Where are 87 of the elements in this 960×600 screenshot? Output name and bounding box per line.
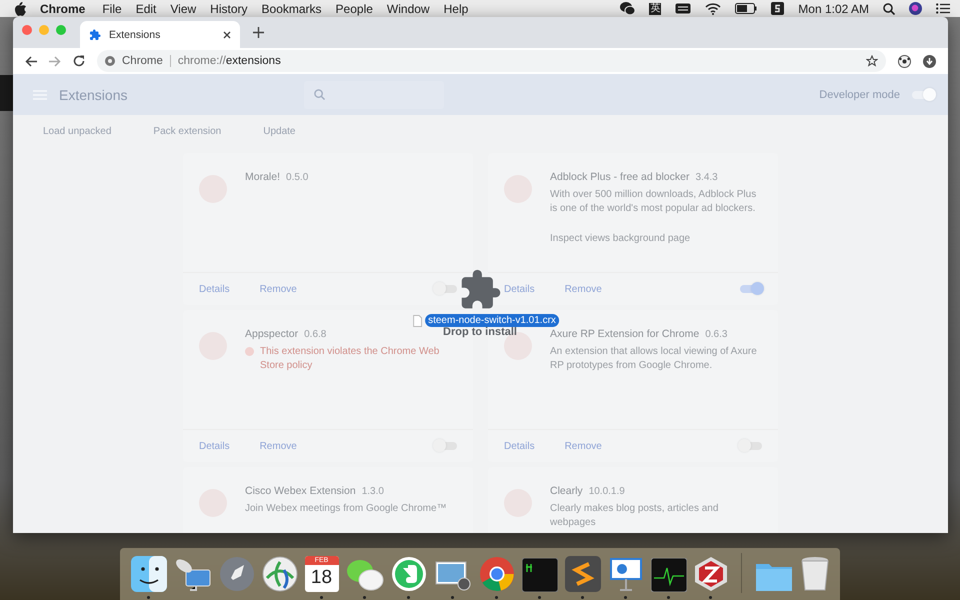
address-bar[interactable]: Chrome chrome://extensions [97,50,886,72]
site-label: Chrome [122,55,163,67]
hexagon-icon[interactable] [694,556,728,592]
apple-logo-icon[interactable] [14,2,26,16]
developer-mode-label: Developer mode [819,88,900,100]
presentation-icon[interactable] [608,556,644,592]
running-indicator [320,596,323,599]
forward-arrow-icon[interactable] [49,56,61,66]
orb-icon[interactable] [909,2,922,15]
menu-app-name[interactable]: Chrome [40,2,86,16]
running-indicator [495,596,498,599]
menu-item[interactable]: View [170,2,196,16]
menu-item[interactable]: People [336,2,373,16]
extension-version: 1.3.0 [362,486,384,497]
extension-name: Clearly [550,485,583,497]
battery-icon[interactable] [735,3,758,14]
site-info-icon[interactable] [105,56,115,66]
extension-version: 10.0.1.9 [588,486,625,497]
close-icon[interactable] [223,30,231,38]
tab-title: Extensions [109,28,162,40]
dragged-file-name: steem-node-switch-v1.01.crx [425,314,559,327]
new-tab-plus-icon[interactable] [253,27,264,38]
menu-item[interactable]: History [210,2,248,16]
extension-description: Clearly makes blog posts, articles and webpages [550,502,720,530]
back-arrow-icon[interactable] [25,56,37,66]
extension-name: Cisco Webex Extension [245,485,356,497]
app-square-icon[interactable] [771,2,784,15]
running-indicator [363,596,366,599]
url-text: chrome://extensions [178,55,281,67]
pulse-chart-icon[interactable] [650,558,686,592]
running-indicator [451,596,454,599]
running-indicator [581,596,584,599]
search-field[interactable] [304,80,444,108]
policy-warning: This extension violates the Chrome Web Store policy [260,345,440,373]
browser-logo-icon[interactable] [478,556,514,592]
running-indicator [407,596,410,599]
globe-icon[interactable] [262,556,298,592]
extension-version: 3.4.3 [695,172,718,183]
menu-item[interactable]: Edit [136,2,156,16]
extension-name: Adblock Plus - free ad blocker [550,171,690,183]
running-indicator [709,596,712,599]
menu-item[interactable]: File [102,2,122,16]
page-title: Extensions [59,86,128,102]
extension-version: 0.5.0 [286,172,308,183]
trash-icon[interactable] [800,556,830,592]
menu-item[interactable]: Help [444,2,468,16]
running-indicator [147,596,150,599]
wifi-icon[interactable] [705,2,722,14]
extension-description: With over 500 million downloads, Adblock Plus is one of the world's most popular ad blockers. [550,188,758,216]
bookmark-star-icon[interactable] [866,55,878,67]
extension-name: Appspector [245,328,298,340]
extension-version: 0.6.3 [705,329,728,340]
keyboard-icon[interactable] [675,3,692,14]
terminal-icon[interactable] [522,558,558,592]
download-arrow-icon[interactable] [923,54,936,68]
warning-icon [245,347,254,356]
menu-item[interactable]: Window [386,2,430,16]
extension-toggle[interactable] [740,285,762,293]
calendar-day: 18 [310,565,332,590]
running-indicator [624,596,627,599]
developer-mode-toggle[interactable] [912,90,934,98]
input-source-indicator[interactable]: 英 [649,2,662,14]
list-icon[interactable] [936,3,950,14]
extension-toggle[interactable] [740,442,762,450]
extension-description: Join Webex meetings from Google Chrome™ [245,502,447,516]
reload-icon[interactable] [73,55,85,67]
extension-name: Axure RP Extension for Chrome [550,328,700,340]
menu-item[interactable]: Bookmarks [262,2,322,16]
close-window-button[interactable] [22,25,32,35]
zigzag-icon[interactable] [564,556,600,592]
extension-version: 0.6.8 [304,329,326,340]
browser-tab[interactable]: Extensions [80,21,240,48]
chat-bubbles-icon[interactable] [620,2,636,15]
search-icon [314,89,326,100]
extension-name: Morale! [245,171,280,183]
extension-description: An extension that allows local viewing of Axure RP prototypes from Google Chrome. [550,345,758,373]
puzzle-icon [89,28,101,40]
ball-icon[interactable] [898,54,911,68]
extension-toggle[interactable] [435,285,457,293]
search-icon[interactable] [883,2,895,14]
extension-toggle[interactable] [435,442,457,450]
running-indicator [538,596,541,599]
file-icon [413,314,422,326]
drop-hint: Drop to install [443,326,517,338]
running-indicator [667,596,670,599]
smiley-face-icon[interactable] [130,556,166,592]
clock[interactable]: Mon 1:02 AM [798,2,869,16]
